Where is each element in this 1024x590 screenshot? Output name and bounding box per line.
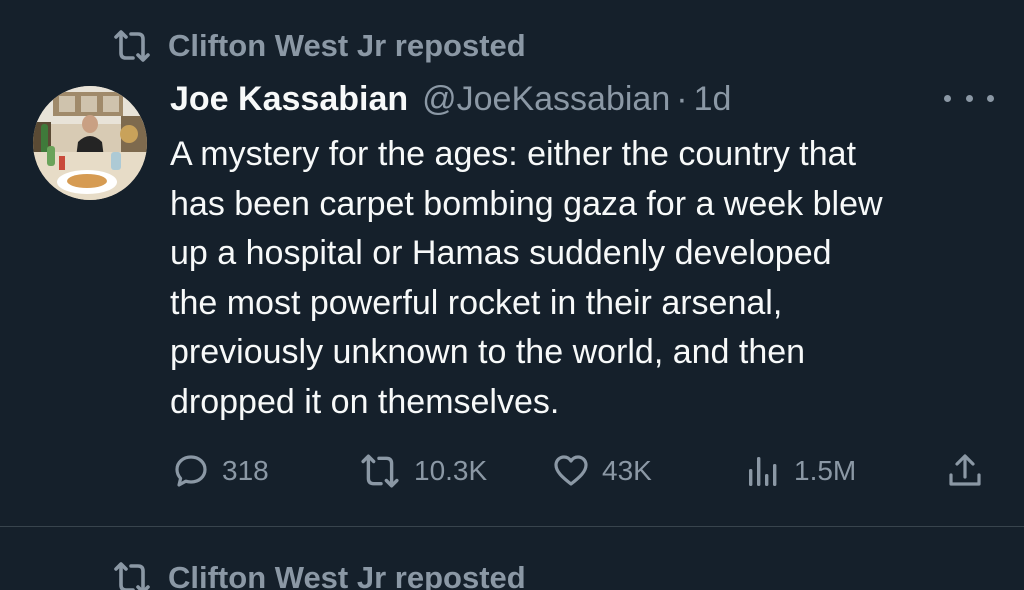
reply-icon — [175, 455, 207, 487]
analytics-bar-icon — [749, 457, 777, 486]
repost-icon — [361, 454, 399, 488]
repost-header-next[interactable]: Clifton West Jr reposted — [112, 560, 526, 590]
more-dot-icon — [944, 94, 951, 102]
tweet-author-line: Joe Kassabian @JoeKassabian · 1d — [170, 80, 731, 119]
views-count: 1.5M — [794, 455, 857, 486]
tweet-text: A mystery for the ages: either the count… — [170, 130, 1000, 427]
share-icon — [949, 454, 981, 486]
reply-count: 318 — [222, 455, 269, 486]
separator-dot: · — [676, 80, 688, 118]
author-handle[interactable]: @JoeKassabian — [422, 80, 670, 119]
more-dot-icon — [965, 94, 973, 102]
repost-header[interactable]: Clifton West Jr reposted — [112, 28, 526, 64]
share-button[interactable] — [946, 446, 996, 496]
tweet-text-line: has been carpet bombing gaza for a week … — [170, 184, 883, 223]
tweet-text-line: the most powerful rocket in their arsena… — [170, 283, 783, 322]
like-button[interactable]: 43K — [552, 446, 652, 496]
like-count: 43K — [602, 455, 652, 486]
heart-icon — [554, 455, 588, 486]
tweet-timestamp[interactable]: 1d — [694, 80, 732, 119]
repost-icon — [114, 30, 150, 62]
timeline: Clifton West Jr reposted Joe Kassabian @… — [0, 0, 1024, 590]
repost-label: Clifton West Jr reposted — [168, 28, 526, 63]
tweet-text-line: dropped it on themselves. — [170, 382, 560, 421]
repost-button[interactable]: 10.3K — [358, 446, 487, 496]
tweet-text-line: A mystery for the ages: either the count… — [170, 135, 857, 173]
more-options-button[interactable] — [944, 86, 994, 110]
tweet-divider — [0, 526, 1024, 527]
reply-button[interactable]: 318 — [172, 446, 269, 496]
repost-icon — [114, 562, 150, 590]
avatar-photo — [33, 86, 147, 200]
tweet-text-line: up a hospital or Hamas suddenly develope… — [170, 234, 832, 272]
repost-count: 10.3K — [414, 455, 488, 486]
repost-label: Clifton West Jr reposted — [168, 560, 526, 590]
tweet-actions: 318 10.3K 43K 1.5M — [170, 446, 1000, 496]
avatar[interactable] — [33, 86, 147, 200]
author-name[interactable]: Joe Kassabian — [170, 80, 408, 119]
more-dot-icon — [987, 94, 994, 102]
views-button[interactable]: 1.5M — [744, 446, 856, 496]
tweet-text-line: previously unknown to the world, and the… — [170, 333, 806, 371]
